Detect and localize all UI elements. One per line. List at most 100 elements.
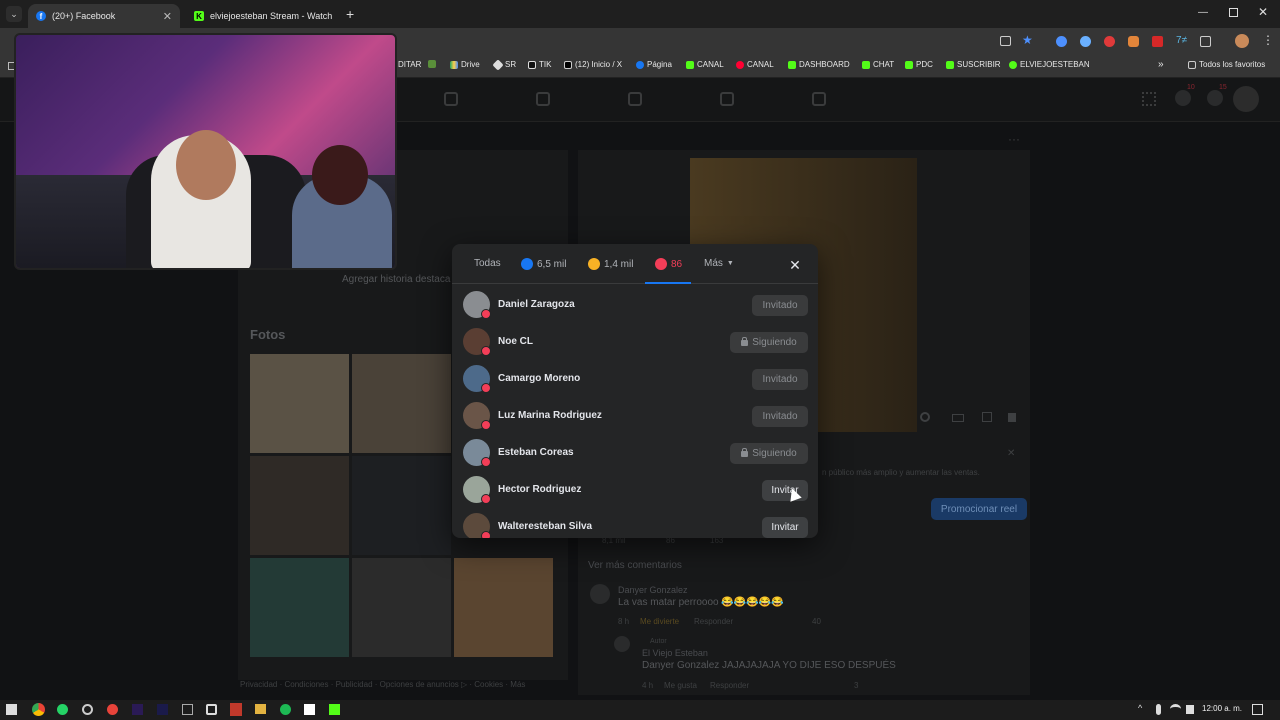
reply-link[interactable]: Responder xyxy=(710,681,749,690)
person-name[interactable]: Luz Marina Rodriguez xyxy=(498,410,602,421)
bookmark[interactable]: DITAR xyxy=(398,60,421,69)
tab-more[interactable]: Más ▼ xyxy=(704,258,734,269)
avatar[interactable] xyxy=(590,584,610,604)
person-name[interactable]: Esteban Coreas xyxy=(498,447,574,458)
volume-icon[interactable] xyxy=(1186,705,1194,714)
tab-all[interactable]: Todas xyxy=(474,258,501,269)
notifications-icon[interactable] xyxy=(1252,704,1263,715)
dismiss-promo-icon[interactable]: ✕ xyxy=(1007,448,1015,459)
flag-icon[interactable] xyxy=(628,92,642,106)
after-effects-icon[interactable] xyxy=(157,704,168,715)
bookmark-x[interactable]: (12) Inicio / X xyxy=(564,60,622,69)
bookmark-sr[interactable]: SR xyxy=(492,58,516,71)
tab-search-button[interactable]: ⌄ xyxy=(6,6,22,22)
messenger-icon[interactable] xyxy=(1175,90,1191,106)
home-icon[interactable] xyxy=(444,92,458,106)
star-icon[interactable]: ★ xyxy=(1022,33,1033,47)
comment-reaction[interactable]: Me divierte xyxy=(640,617,679,626)
cast-icon[interactable] xyxy=(1000,36,1011,46)
comment-reaction[interactable]: Me gusta xyxy=(664,681,697,690)
menu-dots-icon[interactable]: ⋮ xyxy=(1262,33,1274,47)
photo-thumbnail[interactable] xyxy=(352,456,451,555)
app-icon[interactable] xyxy=(182,704,193,715)
bookmark-pdc[interactable]: PDC xyxy=(905,60,933,69)
whatsapp-icon[interactable] xyxy=(57,704,68,715)
tab-like[interactable]: 6,5 mil xyxy=(521,258,566,270)
bookmark-elviejoesteban[interactable]: ELVIEJOESTEBAN xyxy=(1009,60,1090,69)
close-window-icon[interactable]: ✕ xyxy=(1258,5,1268,19)
photo-thumbnail[interactable] xyxy=(250,558,349,657)
spotify-icon[interactable] xyxy=(280,704,291,715)
volume-icon[interactable] xyxy=(1008,413,1016,422)
app-icon[interactable] xyxy=(107,704,118,715)
new-tab-button[interactable]: + xyxy=(346,6,354,22)
person-name[interactable]: Daniel Zaragoza xyxy=(498,299,575,310)
bookmark-dashboard[interactable]: DASHBOARD xyxy=(788,60,850,69)
bookmarks-more-button[interactable]: » xyxy=(1158,59,1164,70)
promote-reel-button[interactable]: Promocionar reel xyxy=(931,498,1027,520)
close-dialog-button[interactable]: ✕ xyxy=(784,254,806,276)
file-explorer-icon[interactable] xyxy=(255,704,266,714)
tab-facebook[interactable]: f (20+) Facebook ✕ xyxy=(28,4,180,28)
person-name[interactable]: Hector Rodriguez xyxy=(498,484,581,495)
person-name[interactable]: Noe CL xyxy=(498,336,533,347)
video-icon[interactable] xyxy=(536,92,550,106)
premiere-icon[interactable] xyxy=(132,704,143,715)
extension-icon[interactable] xyxy=(1128,36,1139,47)
kick-icon[interactable] xyxy=(329,704,340,715)
microphone-icon[interactable] xyxy=(1156,704,1161,715)
comment-author[interactable]: El Viejo Esteban xyxy=(642,648,708,658)
bookmark-suscribir[interactable]: SUSCRIBIR xyxy=(946,60,1001,69)
bookmark-chat[interactable]: CHAT xyxy=(862,60,894,69)
tab-haha[interactable]: 1,4 mil xyxy=(588,258,633,270)
ads-icon[interactable] xyxy=(812,92,826,106)
tab-love[interactable]: 86 xyxy=(655,258,682,270)
app-icon[interactable] xyxy=(206,704,217,715)
reply-link[interactable]: Responder xyxy=(694,617,733,626)
person-name[interactable]: Camargo Moreno xyxy=(498,373,580,384)
bookmark-canal-youtube[interactable]: CANAL xyxy=(736,60,774,69)
bookmark[interactable] xyxy=(428,60,436,68)
menu-grid-icon[interactable] xyxy=(1142,92,1156,106)
extension-icon[interactable] xyxy=(1104,36,1115,47)
chrome-icon[interactable] xyxy=(32,703,45,716)
extension-icon[interactable]: 7≠ xyxy=(1176,35,1187,46)
photo-thumbnail[interactable] xyxy=(454,558,553,657)
profile-avatar[interactable] xyxy=(1235,34,1249,48)
app-icon[interactable] xyxy=(230,703,242,716)
settings-icon[interactable] xyxy=(920,412,930,422)
extensions-puzzle-icon[interactable] xyxy=(1200,36,1211,47)
invite-button[interactable]: Invitar xyxy=(762,480,808,501)
extension-icon[interactable] xyxy=(1152,36,1163,47)
marketplace-icon[interactable] xyxy=(720,92,734,106)
see-more-comments-link[interactable]: Ver más comentarios xyxy=(588,560,682,571)
notifications-bell-icon[interactable] xyxy=(1207,90,1223,106)
close-tab-icon[interactable]: ✕ xyxy=(163,10,172,23)
obs-icon[interactable] xyxy=(82,704,93,715)
fullscreen-icon[interactable] xyxy=(982,412,992,422)
invite-button[interactable]: Invitar xyxy=(762,517,808,538)
avatar[interactable] xyxy=(614,636,630,652)
captions-icon[interactable] xyxy=(952,414,964,422)
minimize-icon[interactable]: — xyxy=(1198,7,1208,18)
bookmark-drive[interactable]: Drive xyxy=(450,60,480,69)
tab-kick-stream[interactable]: K elviejoesteban Stream - Watch ✕ xyxy=(186,4,336,28)
clock[interactable]: 12:00 a. m. xyxy=(1202,704,1242,713)
photo-thumbnail[interactable] xyxy=(352,354,451,453)
all-favorites-folder[interactable]: Todos los favoritos xyxy=(1188,60,1265,69)
maximize-icon[interactable] xyxy=(1229,8,1238,17)
post-options-icon[interactable]: ··· xyxy=(1008,132,1020,146)
extension-icon[interactable] xyxy=(1056,36,1067,47)
bookmark-pagina[interactable]: Página xyxy=(636,60,672,69)
bookmark-tik[interactable]: TIK xyxy=(528,60,551,69)
account-avatar[interactable] xyxy=(1233,86,1259,112)
photo-thumbnail[interactable] xyxy=(250,456,349,555)
comment-author[interactable]: Danyer Gonzalez xyxy=(618,585,688,595)
photo-thumbnail[interactable] xyxy=(352,558,451,657)
bookmark-canal[interactable]: CANAL xyxy=(686,60,724,69)
wifi-icon[interactable] xyxy=(1170,704,1181,714)
notion-icon[interactable] xyxy=(304,704,315,715)
person-name[interactable]: Walteresteban Silva xyxy=(498,521,592,532)
windows-start-icon[interactable] xyxy=(6,704,17,715)
photo-thumbnail[interactable] xyxy=(250,354,349,453)
